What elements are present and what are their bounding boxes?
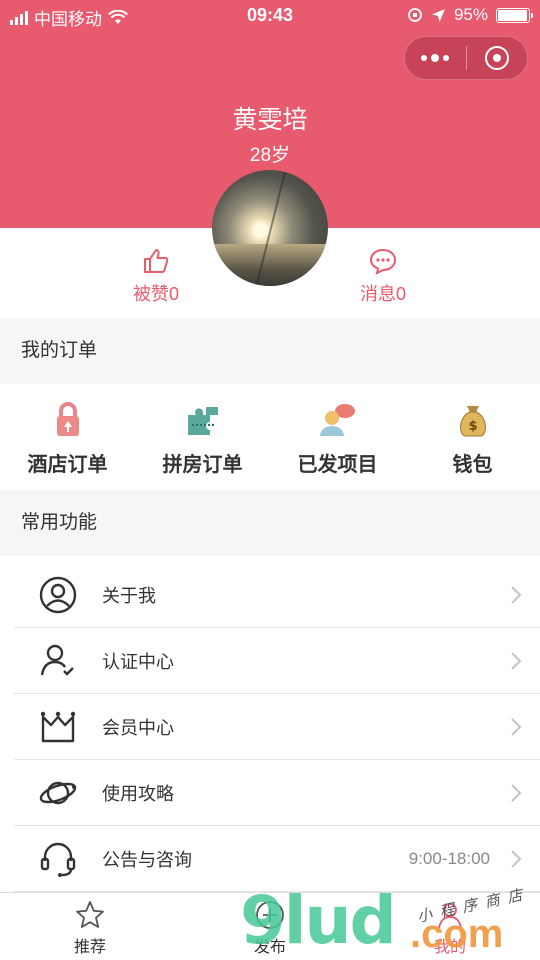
feature-label: 公告与咨询	[102, 849, 192, 870]
feature-label: 使用攻略	[102, 783, 174, 804]
money-bag-icon: $	[453, 400, 493, 440]
user-icon	[438, 903, 462, 929]
status-bar: 中国移动 09:43 95%	[0, 0, 540, 32]
person-chat-icon	[318, 400, 358, 440]
orders-section-title: 我的订单	[0, 318, 540, 384]
rotation-lock-icon	[408, 8, 422, 22]
order-published-projects[interactable]: 已发项目	[270, 400, 405, 477]
user-name: 黄雯培	[232, 106, 308, 134]
features-list: 关于我 认证中心 会员中心 使用攻略 公告与咨询 9:00-18:00	[0, 556, 540, 892]
messages-stat[interactable]: 消息0	[323, 246, 443, 306]
feature-announcements[interactable]: 公告与咨询 9:00-18:00	[14, 826, 540, 892]
svg-text:$: $	[468, 419, 477, 434]
user-check-icon	[36, 639, 80, 683]
likes-stat[interactable]: 被赞0	[96, 246, 216, 306]
order-label: 酒店订单	[27, 454, 108, 476]
service-hours: 9:00-18:00	[408, 848, 490, 868]
order-shared-room[interactable]: 拼房订单	[135, 400, 270, 477]
headset-icon	[36, 837, 80, 881]
feature-membership-center[interactable]: 会员中心	[14, 694, 540, 760]
order-hotel[interactable]: 酒店订单	[0, 400, 135, 477]
messages-label: 消息0	[359, 284, 406, 304]
tab-label: 发布	[253, 939, 286, 956]
star-icon	[76, 901, 104, 928]
crown-icon	[36, 705, 80, 749]
chat-bubble-icon	[369, 248, 397, 275]
feature-label: 认证中心	[102, 651, 174, 672]
thumbs-up-icon	[144, 249, 169, 273]
order-wallet[interactable]: $ 钱包	[405, 400, 540, 477]
tab-label: 推荐	[73, 939, 106, 956]
more-menu-button[interactable]	[405, 54, 466, 62]
tab-label: 我的	[433, 939, 466, 956]
chevron-right-icon	[502, 717, 530, 737]
order-label: 钱包	[452, 454, 493, 476]
feature-label: 关于我	[102, 585, 156, 606]
avatar-photo	[212, 244, 328, 286]
avatar[interactable]	[212, 170, 328, 286]
chevron-right-icon	[502, 849, 530, 869]
tab-bar: 推荐 发布 我的	[0, 892, 540, 960]
user-circle-icon	[36, 573, 80, 617]
puzzle-icon	[183, 400, 223, 440]
close-miniprogram-button[interactable]	[466, 46, 527, 70]
planet-icon	[36, 771, 80, 815]
chevron-right-icon	[502, 783, 530, 803]
location-icon	[431, 8, 445, 22]
tab-publish[interactable]: 发布	[210, 899, 330, 957]
feature-label: 会员中心	[102, 717, 174, 738]
tab-recommend[interactable]: 推荐	[30, 899, 150, 957]
tab-mine[interactable]: 我的	[390, 899, 510, 957]
feature-verification-center[interactable]: 认证中心	[14, 628, 540, 694]
features-section-title: 常用功能	[0, 490, 540, 556]
battery-percent: 95%	[453, 5, 488, 24]
likes-label: 被赞0	[132, 284, 179, 304]
plus-circle-icon	[256, 901, 284, 929]
orders-grid: 酒店订单 拼房订单 已发项目 $ 钱包	[0, 384, 540, 490]
chevron-right-icon	[502, 585, 530, 605]
miniprogram-capsule	[404, 36, 528, 80]
order-label: 拼房订单	[162, 454, 243, 476]
user-age: 28岁	[249, 145, 291, 166]
order-label: 已发项目	[297, 454, 378, 476]
battery-icon	[496, 7, 533, 23]
chevron-right-icon	[502, 651, 530, 671]
feature-user-guide[interactable]: 使用攻略	[14, 760, 540, 826]
target-icon	[484, 46, 509, 70]
feature-about-me[interactable]: 关于我	[14, 562, 540, 628]
lock-icon	[48, 400, 88, 440]
